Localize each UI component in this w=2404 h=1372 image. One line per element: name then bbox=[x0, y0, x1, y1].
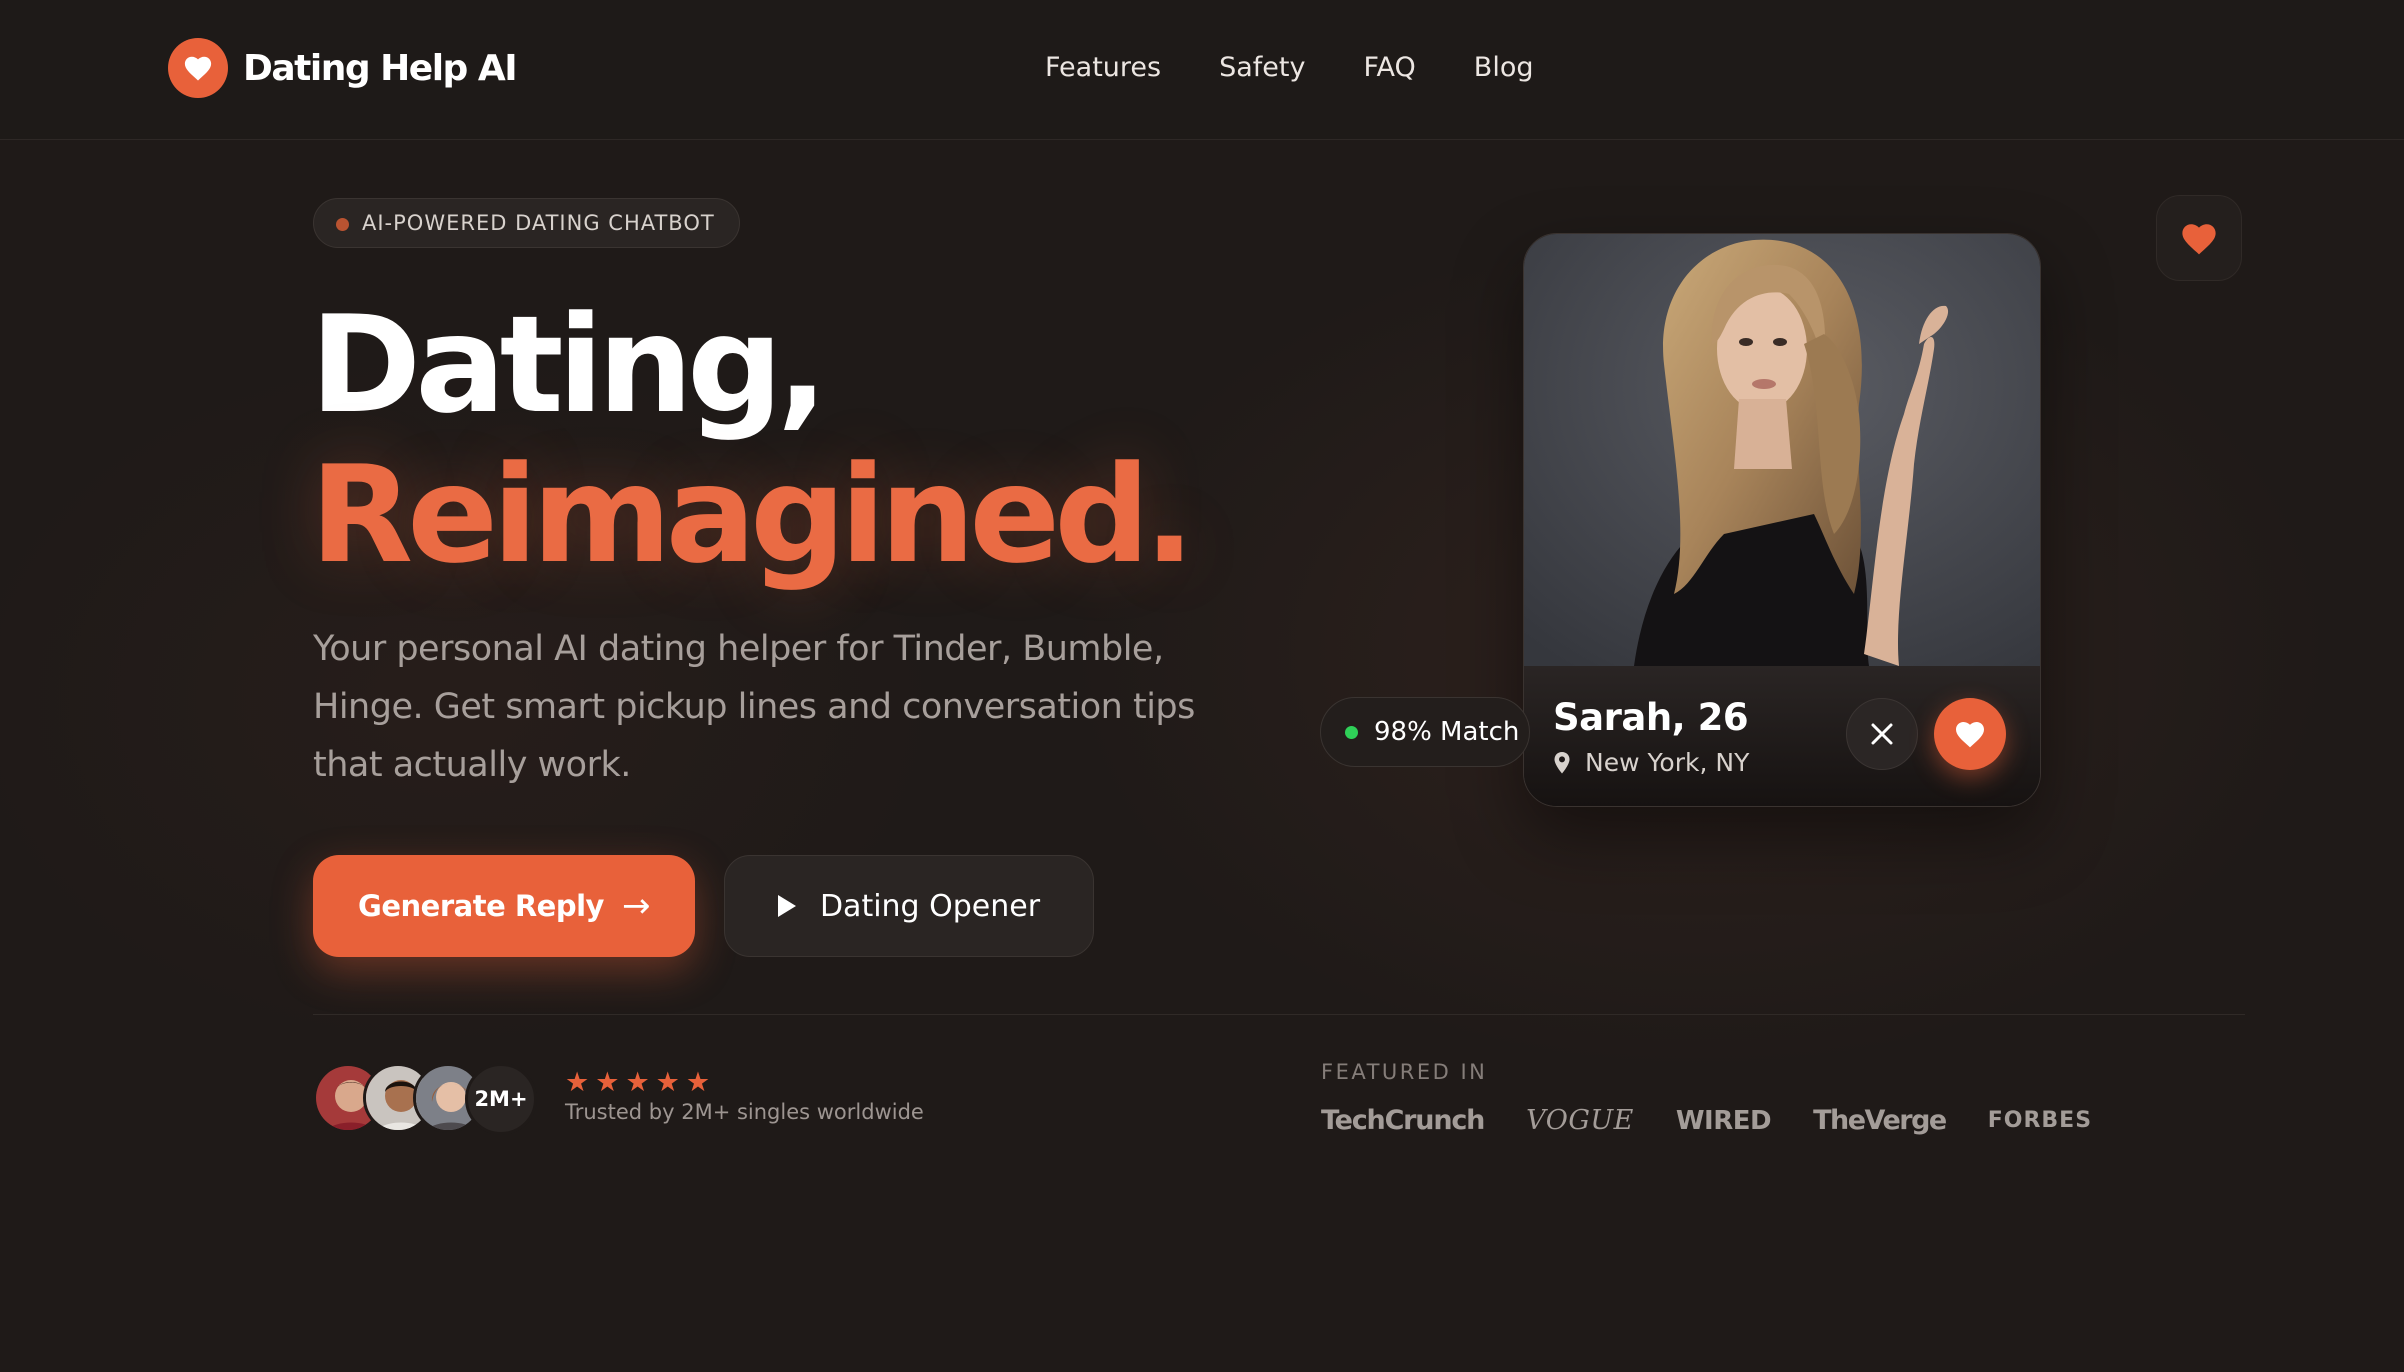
floating-heart-badge bbox=[2156, 195, 2242, 281]
hero-subtitle: Your personal AI dating helper for Tinde… bbox=[313, 629, 1195, 785]
like-button[interactable] bbox=[1934, 698, 2006, 770]
heart-icon bbox=[1956, 722, 1984, 748]
user-count-badge: 2M+ bbox=[465, 1063, 537, 1135]
press-logo-theverge: TheVerge bbox=[1813, 1105, 1947, 1136]
dating-opener-button[interactable]: Dating Opener bbox=[724, 855, 1094, 957]
heart-icon bbox=[2182, 223, 2216, 254]
star-icon: ★ bbox=[655, 1067, 680, 1098]
nav-link-faq[interactable]: FAQ bbox=[1363, 48, 1415, 88]
nav-link-features[interactable]: Features bbox=[1045, 48, 1161, 88]
press-logos: TechCrunch VOGUE WIRED TheVerge FORBES bbox=[1321, 1103, 2092, 1139]
profile-info-panel: Sarah, 26 New York, NY bbox=[1524, 666, 2040, 806]
press-logo-forbes: FORBES bbox=[1987, 1108, 2093, 1133]
profile-location: New York, NY bbox=[1553, 748, 1749, 777]
brand-logo[interactable]: Dating Help AI bbox=[168, 38, 518, 98]
press-logo-vogue: VOGUE bbox=[1526, 1105, 1634, 1136]
generate-reply-button[interactable]: Generate Reply → bbox=[313, 855, 695, 957]
nav-links: Features Safety FAQ Blog bbox=[1045, 48, 1533, 88]
star-icon: ★ bbox=[595, 1067, 620, 1098]
star-icon: ★ bbox=[565, 1067, 590, 1098]
close-icon bbox=[1871, 723, 1893, 745]
profile-location-label: New York, NY bbox=[1585, 748, 1750, 777]
dating-opener-label: Dating Opener bbox=[819, 888, 1041, 924]
nav-link-blog[interactable]: Blog bbox=[1474, 48, 1534, 88]
match-label: 98% Match bbox=[1374, 717, 1520, 747]
user-avatars: 2M+ bbox=[313, 1063, 538, 1135]
profile-card: Sarah, 26 New York, NY bbox=[1523, 233, 2041, 807]
match-badge: 98% Match bbox=[1320, 697, 1530, 767]
rating-stars: ★ ★ ★ ★ ★ bbox=[565, 1068, 716, 1098]
trusted-text: Trusted by 2M+ singles worldwide bbox=[565, 1100, 924, 1124]
generate-reply-label: Generate Reply bbox=[358, 889, 604, 923]
brand-name: Dating Help AI bbox=[243, 47, 518, 89]
nav-link-safety[interactable]: Safety bbox=[1219, 48, 1305, 88]
heart-icon bbox=[168, 38, 228, 98]
badge-dot bbox=[336, 218, 349, 231]
profile-name-age: Sarah, 26 bbox=[1553, 696, 1749, 739]
pass-button[interactable] bbox=[1846, 698, 1918, 770]
online-dot bbox=[1345, 725, 1358, 739]
star-icon: ★ bbox=[625, 1067, 650, 1098]
hero-title-line-1: Dating, bbox=[310, 287, 828, 443]
hero-badge: AI-POWERED DATING CHATBOT bbox=[313, 198, 740, 248]
section-divider bbox=[313, 1014, 2245, 1015]
badge-label: AI-POWERED DATING CHATBOT bbox=[362, 211, 715, 235]
press-logo-techcrunch: TechCrunch bbox=[1321, 1105, 1485, 1136]
star-icon: ★ bbox=[685, 1067, 711, 1098]
top-navigation: Dating Help AI Features Safety FAQ Blog bbox=[0, 0, 2404, 140]
featured-in-label: FEATURED IN bbox=[1321, 1060, 1488, 1084]
landing-page: Dating Help AI Features Safety FAQ Blog … bbox=[0, 0, 2404, 1372]
press-logo-wired: WIRED bbox=[1675, 1106, 1772, 1136]
hero-title-line-2: Reimagined. bbox=[310, 437, 1195, 593]
map-pin-icon bbox=[1554, 751, 1570, 773]
arrow-right-icon: → bbox=[621, 886, 651, 926]
profile-photo bbox=[1524, 234, 2040, 666]
play-icon bbox=[777, 895, 796, 917]
